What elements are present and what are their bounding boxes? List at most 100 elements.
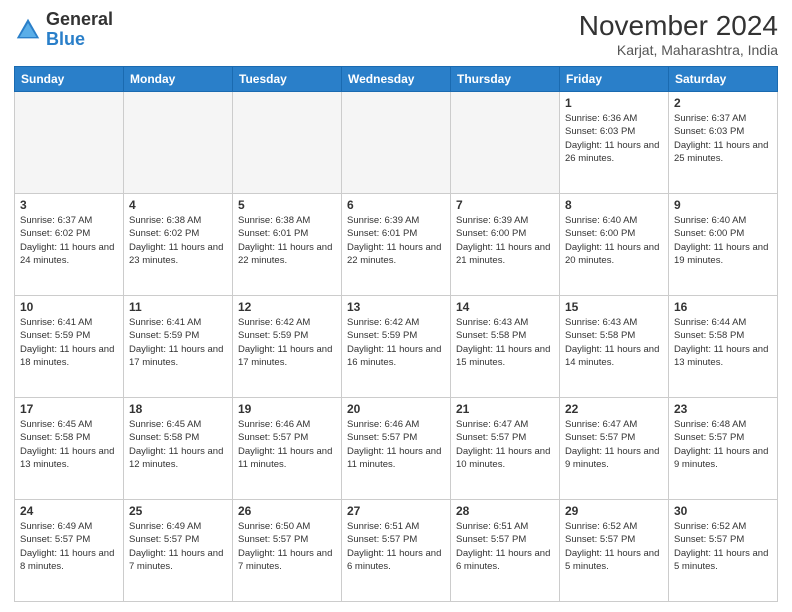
calendar-cell: 7 Sunrise: 6:39 AMSunset: 6:00 PMDaylight…: [451, 194, 560, 296]
day-info: Sunrise: 6:50 AMSunset: 5:57 PMDaylight:…: [238, 520, 336, 573]
calendar-cell: 10 Sunrise: 6:41 AMSunset: 5:59 PMDayligh…: [15, 296, 124, 398]
logo-blue: Blue: [46, 29, 85, 49]
weekday-header: Thursday: [451, 67, 560, 92]
day-number: 27: [347, 504, 445, 518]
day-number: 2: [674, 96, 772, 110]
day-number: 21: [456, 402, 554, 416]
calendar-cell: 6 Sunrise: 6:39 AMSunset: 6:01 PMDaylight…: [342, 194, 451, 296]
calendar-cell: 15Sunrise: 6:43 AMSunset: 5:58 PMDayligh…: [560, 296, 669, 398]
day-info: Sunrise: 6:40 AMSunset: 6:00 PMDaylight:…: [565, 214, 663, 267]
calendar-cell: 30Sunrise: 6:52 AMSunset: 5:57 PMDayligh…: [669, 500, 778, 602]
day-number: 14: [456, 300, 554, 314]
logo-icon: [14, 16, 42, 44]
calendar-cell: 27Sunrise: 6:51 AMSunset: 5:57 PMDayligh…: [342, 500, 451, 602]
calendar-cell: [342, 92, 451, 194]
calendar-cell: 29 Sunrise: 6:52 AMSunset: 5:57 PMDayligh…: [560, 500, 669, 602]
calendar-cell: 16 Sunrise: 6:44 AMSunset: 5:58 PMDayligh…: [669, 296, 778, 398]
day-info: Sunrise: 6:36 AMSunset: 6:03 PMDaylight:…: [565, 112, 663, 165]
calendar-cell: 23Sunrise: 6:48 AMSunset: 5:57 PMDayligh…: [669, 398, 778, 500]
day-info: Sunrise: 6:38 AMSunset: 6:01 PMDaylight:…: [238, 214, 336, 267]
calendar-cell: 3Sunrise: 6:37 AMSunset: 6:02 PMDaylight…: [15, 194, 124, 296]
day-number: 1: [565, 96, 663, 110]
day-info: Sunrise: 6:39 AMSunset: 6:01 PMDaylight:…: [347, 214, 445, 267]
day-number: 11: [129, 300, 227, 314]
calendar-cell: [233, 92, 342, 194]
day-info: Sunrise: 6:47 AMSunset: 5:57 PMDaylight:…: [456, 418, 554, 471]
day-info: Sunrise: 6:52 AMSunset: 5:57 PMDaylight:…: [565, 520, 663, 573]
calendar-cell: 11Sunrise: 6:41 AMSunset: 5:59 PMDayligh…: [124, 296, 233, 398]
day-number: 18: [129, 402, 227, 416]
title-section: November 2024 Karjat, Maharashtra, India: [579, 10, 778, 58]
calendar-cell: 5 Sunrise: 6:38 AMSunset: 6:01 PMDaylight…: [233, 194, 342, 296]
weekday-header: Sunday: [15, 67, 124, 92]
day-info: Sunrise: 6:45 AMSunset: 5:58 PMDaylight:…: [129, 418, 227, 471]
day-info: Sunrise: 6:37 AMSunset: 6:02 PMDaylight:…: [20, 214, 118, 267]
day-number: 4: [129, 198, 227, 212]
header: General Blue November 2024 Karjat, Mahar…: [14, 10, 778, 58]
day-number: 23: [674, 402, 772, 416]
calendar-week-row: 17 Sunrise: 6:45 AMSunset: 5:58 PMDayligh…: [15, 398, 778, 500]
day-number: 29: [565, 504, 663, 518]
day-info: Sunrise: 6:39 AMSunset: 6:00 PMDaylight:…: [456, 214, 554, 267]
logo-text: General Blue: [46, 10, 113, 50]
calendar-cell: [451, 92, 560, 194]
calendar-cell: [15, 92, 124, 194]
day-info: Sunrise: 6:38 AMSunset: 6:02 PMDaylight:…: [129, 214, 227, 267]
day-info: Sunrise: 6:46 AMSunset: 5:57 PMDaylight:…: [238, 418, 336, 471]
calendar-cell: 22 Sunrise: 6:47 AMSunset: 5:57 PMDayligh…: [560, 398, 669, 500]
day-number: 5: [238, 198, 336, 212]
logo-general: General: [46, 9, 113, 29]
calendar-cell: 26 Sunrise: 6:50 AMSunset: 5:57 PMDayligh…: [233, 500, 342, 602]
weekday-header: Wednesday: [342, 67, 451, 92]
day-info: Sunrise: 6:43 AMSunset: 5:58 PMDaylight:…: [456, 316, 554, 369]
day-info: Sunrise: 6:49 AMSunset: 5:57 PMDaylight:…: [129, 520, 227, 573]
day-number: 16: [674, 300, 772, 314]
day-number: 26: [238, 504, 336, 518]
calendar-cell: 9Sunrise: 6:40 AMSunset: 6:00 PMDaylight…: [669, 194, 778, 296]
calendar-cell: [124, 92, 233, 194]
day-info: Sunrise: 6:37 AMSunset: 6:03 PMDaylight:…: [674, 112, 772, 165]
month-title: November 2024: [579, 10, 778, 42]
calendar-cell: 25 Sunrise: 6:49 AMSunset: 5:57 PMDayligh…: [124, 500, 233, 602]
calendar: SundayMondayTuesdayWednesdayThursdayFrid…: [14, 66, 778, 602]
day-number: 10: [20, 300, 118, 314]
calendar-cell: 21 Sunrise: 6:47 AMSunset: 5:57 PMDayligh…: [451, 398, 560, 500]
calendar-cell: 28Sunrise: 6:51 AMSunset: 5:57 PMDayligh…: [451, 500, 560, 602]
calendar-week-row: 3Sunrise: 6:37 AMSunset: 6:02 PMDaylight…: [15, 194, 778, 296]
day-info: Sunrise: 6:46 AMSunset: 5:57 PMDaylight:…: [347, 418, 445, 471]
day-info: Sunrise: 6:40 AMSunset: 6:00 PMDaylight:…: [674, 214, 772, 267]
day-number: 30: [674, 504, 772, 518]
day-info: Sunrise: 6:42 AMSunset: 5:59 PMDaylight:…: [347, 316, 445, 369]
calendar-cell: 18 Sunrise: 6:45 AMSunset: 5:58 PMDayligh…: [124, 398, 233, 500]
day-info: Sunrise: 6:51 AMSunset: 5:57 PMDaylight:…: [456, 520, 554, 573]
page: General Blue November 2024 Karjat, Mahar…: [0, 0, 792, 612]
day-info: Sunrise: 6:44 AMSunset: 5:58 PMDaylight:…: [674, 316, 772, 369]
calendar-cell: 1 Sunrise: 6:36 AMSunset: 6:03 PMDaylight…: [560, 92, 669, 194]
day-info: Sunrise: 6:42 AMSunset: 5:59 PMDaylight:…: [238, 316, 336, 369]
day-number: 22: [565, 402, 663, 416]
calendar-cell: 13Sunrise: 6:42 AMSunset: 5:59 PMDayligh…: [342, 296, 451, 398]
day-number: 7: [456, 198, 554, 212]
calendar-cell: 8 Sunrise: 6:40 AMSunset: 6:00 PMDaylight…: [560, 194, 669, 296]
day-number: 19: [238, 402, 336, 416]
day-info: Sunrise: 6:41 AMSunset: 5:59 PMDaylight:…: [20, 316, 118, 369]
calendar-week-row: 24Sunrise: 6:49 AMSunset: 5:57 PMDayligh…: [15, 500, 778, 602]
day-info: Sunrise: 6:47 AMSunset: 5:57 PMDaylight:…: [565, 418, 663, 471]
calendar-cell: 20Sunrise: 6:46 AMSunset: 5:57 PMDayligh…: [342, 398, 451, 500]
day-number: 17: [20, 402, 118, 416]
day-info: Sunrise: 6:45 AMSunset: 5:58 PMDaylight:…: [20, 418, 118, 471]
day-number: 12: [238, 300, 336, 314]
calendar-cell: 14 Sunrise: 6:43 AMSunset: 5:58 PMDayligh…: [451, 296, 560, 398]
weekday-header: Monday: [124, 67, 233, 92]
calendar-cell: 4 Sunrise: 6:38 AMSunset: 6:02 PMDaylight…: [124, 194, 233, 296]
day-number: 25: [129, 504, 227, 518]
day-info: Sunrise: 6:43 AMSunset: 5:58 PMDaylight:…: [565, 316, 663, 369]
logo: General Blue: [14, 10, 113, 50]
calendar-week-row: 10 Sunrise: 6:41 AMSunset: 5:59 PMDayligh…: [15, 296, 778, 398]
day-number: 8: [565, 198, 663, 212]
weekday-header-row: SundayMondayTuesdayWednesdayThursdayFrid…: [15, 67, 778, 92]
day-number: 6: [347, 198, 445, 212]
location: Karjat, Maharashtra, India: [579, 42, 778, 58]
calendar-cell: 2 Sunrise: 6:37 AMSunset: 6:03 PMDaylight…: [669, 92, 778, 194]
calendar-cell: 12 Sunrise: 6:42 AMSunset: 5:59 PMDayligh…: [233, 296, 342, 398]
